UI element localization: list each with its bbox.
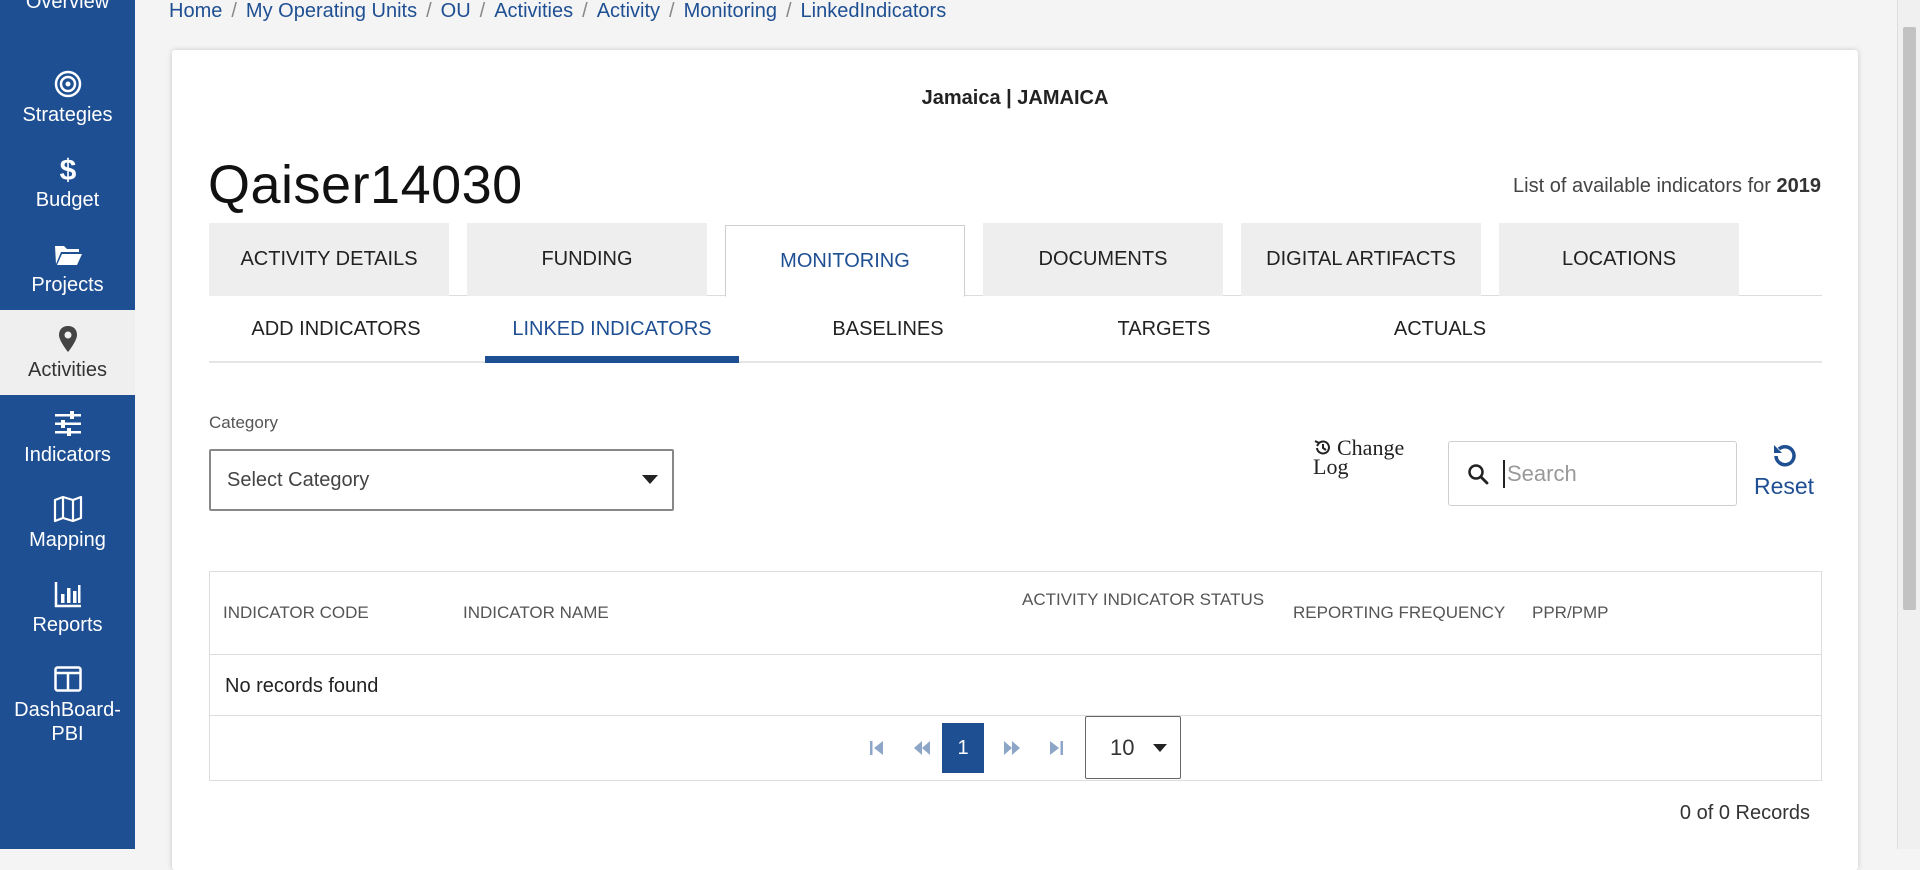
indicators-year-prefix: List of available indicators for bbox=[1513, 175, 1777, 197]
double-chevron-right-icon bbox=[1004, 741, 1020, 755]
sidebar-item-strategies[interactable]: Strategies bbox=[0, 55, 135, 140]
breadcrumb-home[interactable]: Home bbox=[169, 0, 222, 23]
subtab-linked-indicators[interactable]: LINKED INDICATORS bbox=[485, 296, 739, 363]
sliders-icon bbox=[54, 410, 81, 436]
main-tabs: ACTIVITY DETAILS FUNDING MONITORING DOCU… bbox=[209, 223, 1822, 297]
subtab-actuals[interactable]: ACTUALS bbox=[1313, 296, 1567, 363]
scrollbar-thumb[interactable] bbox=[1903, 27, 1916, 610]
main-card: Jamaica | JAMAICA Qaiser14030 List of av… bbox=[172, 50, 1858, 870]
column-header-indicator-code[interactable]: INDICATOR CODE bbox=[223, 603, 369, 623]
page-number-current[interactable]: 1 bbox=[942, 723, 984, 773]
sidebar-item-label: DashBoard-PBI bbox=[14, 699, 121, 745]
sidebar-item-label: Activities bbox=[28, 358, 107, 381]
page-title: Qaiser14030 bbox=[208, 155, 523, 215]
sidebar-item-label: Mapping bbox=[29, 528, 106, 551]
tab-documents[interactable]: DOCUMENTS bbox=[983, 223, 1223, 296]
reset-button[interactable]: Reset bbox=[1749, 441, 1819, 500]
sidebar-item-label: Reports bbox=[32, 613, 103, 636]
sidebar-item-label: Strategies bbox=[22, 103, 113, 126]
next-page-button[interactable] bbox=[999, 735, 1025, 761]
svg-text:$: $ bbox=[59, 154, 76, 184]
indicators-year-note: List of available indicators for 2019 bbox=[1513, 175, 1821, 198]
search-icon bbox=[1468, 463, 1489, 484]
caret-down-icon bbox=[1153, 744, 1167, 752]
linked-indicators-table: INDICATOR CODE INDICATOR NAME ACTIVITY I… bbox=[209, 571, 1822, 781]
tab-funding[interactable]: FUNDING bbox=[467, 223, 707, 296]
map-icon bbox=[53, 495, 82, 522]
category-select[interactable]: Select Category bbox=[209, 449, 674, 511]
target-icon bbox=[54, 70, 81, 97]
sidebar-item-label: Budget bbox=[35, 188, 100, 211]
breadcrumb-linked-indicators[interactable]: LinkedIndicators bbox=[801, 0, 947, 23]
empty-state-message: No records found bbox=[225, 675, 379, 697]
page-size-value: 10 bbox=[1110, 734, 1135, 760]
column-header-indicator-name[interactable]: INDICATOR NAME bbox=[463, 603, 609, 623]
last-page-icon bbox=[1050, 741, 1063, 755]
sidebar-item-projects[interactable]: Projects bbox=[0, 225, 135, 310]
records-summary: 0 of 0 Records bbox=[1679, 802, 1810, 824]
subtab-baselines[interactable]: BASELINES bbox=[761, 296, 1015, 363]
last-page-button[interactable] bbox=[1043, 735, 1069, 761]
map-pin-icon bbox=[58, 325, 77, 352]
tab-locations[interactable]: LOCATIONS bbox=[1499, 223, 1739, 296]
reset-label: Reset bbox=[1753, 473, 1815, 499]
dollar-icon: $ bbox=[59, 154, 76, 184]
tab-monitoring[interactable]: MONITORING bbox=[725, 225, 965, 297]
sidebar-item-label: Overview bbox=[25, 0, 110, 13]
dashboard-icon bbox=[53, 666, 82, 692]
sidebar-item-budget[interactable]: $ Budget bbox=[0, 140, 135, 225]
page-scrollbar[interactable] bbox=[1897, 0, 1920, 849]
breadcrumb-monitoring[interactable]: Monitoring bbox=[684, 0, 777, 23]
category-label: Category bbox=[209, 413, 278, 432]
sidebar-item-mapping[interactable]: Mapping bbox=[0, 480, 135, 565]
indicators-year-value: 2019 bbox=[1776, 175, 1822, 197]
tab-activity-details[interactable]: ACTIVITY DETAILS bbox=[209, 223, 449, 296]
search-input[interactable] bbox=[1503, 459, 1703, 488]
folder-icon bbox=[54, 245, 82, 265]
monitoring-subtabs: ADD INDICATORS LINKED INDICATORS BASELIN… bbox=[209, 296, 1822, 363]
search-box bbox=[1448, 441, 1737, 506]
column-header-ppr-pmp[interactable]: PPR/PMP bbox=[1532, 603, 1609, 623]
subtab-add-indicators[interactable]: ADD INDICATORS bbox=[209, 296, 463, 363]
breadcrumb-activity[interactable]: Activity bbox=[597, 0, 660, 23]
breadcrumb-activities[interactable]: Activities bbox=[494, 0, 573, 23]
column-header-activity-indicator-status[interactable]: ACTIVITY INDICATOR STATUS bbox=[1022, 590, 1264, 610]
bar-chart-icon bbox=[54, 581, 81, 607]
sidebar-item-dashboard-pbi[interactable]: DashBoard-PBI bbox=[0, 655, 135, 755]
column-header-reporting-frequency[interactable]: REPORTING FREQUENCY bbox=[1293, 603, 1505, 623]
subtab-targets[interactable]: TARGETS bbox=[1037, 296, 1291, 363]
double-chevron-left-icon bbox=[914, 741, 930, 755]
sidebar-item-label: Projects bbox=[31, 273, 104, 296]
sidebar-item-overview[interactable]: Overview bbox=[0, 0, 135, 27]
sidebar-item-activities[interactable]: Activities bbox=[0, 310, 135, 395]
operating-unit-title: Jamaica | JAMAICA bbox=[921, 87, 1109, 109]
breadcrumb: Home / My Operating Units / OU / Activit… bbox=[169, 0, 947, 23]
sidebar: Overview Strategies $ Budget Projects Ac… bbox=[0, 0, 135, 849]
undo-icon bbox=[1774, 444, 1796, 467]
breadcrumb-my-operating-units[interactable]: My Operating Units bbox=[246, 0, 417, 23]
change-log-label-line2: Log bbox=[1313, 454, 1349, 479]
change-log-button[interactable]: Change Log bbox=[1313, 437, 1404, 478]
pagination: 1 10 bbox=[210, 715, 1821, 780]
previous-page-button[interactable] bbox=[909, 735, 935, 761]
sidebar-item-reports[interactable]: Reports bbox=[0, 565, 135, 650]
first-page-icon bbox=[870, 741, 883, 755]
sidebar-item-indicators[interactable]: Indicators bbox=[0, 395, 135, 480]
sidebar-item-label: Indicators bbox=[24, 443, 111, 466]
tab-digital-artifacts[interactable]: DIGITAL ARTIFACTS bbox=[1241, 223, 1481, 296]
page-size-select[interactable]: 10 bbox=[1085, 716, 1181, 779]
table-header: INDICATOR CODE INDICATOR NAME ACTIVITY I… bbox=[210, 572, 1821, 655]
breadcrumb-ou[interactable]: OU bbox=[441, 0, 471, 23]
first-page-button[interactable] bbox=[864, 735, 890, 761]
caret-down-icon bbox=[642, 475, 658, 484]
category-select-value: Select Category bbox=[227, 468, 370, 491]
